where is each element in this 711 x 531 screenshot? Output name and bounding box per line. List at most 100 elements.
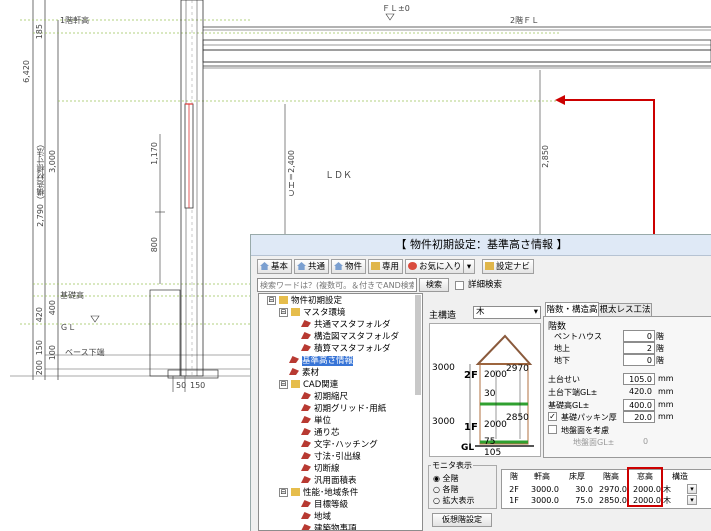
tree-item[interactable]: 汎用面積表 — [301, 475, 357, 487]
ground-checkbox[interactable] — [548, 425, 557, 434]
tab-floors-structure[interactable]: 階数・構造高 — [545, 302, 599, 317]
tree-item[interactable]: 共通マスタフォルダ — [301, 319, 391, 331]
table-cell: 2F — [509, 485, 519, 494]
above-ground-input[interactable]: 2 — [623, 342, 655, 354]
setting-leaf-icon — [301, 416, 311, 423]
tree-item[interactable]: ⊟ 性能･地域条件 — [279, 487, 358, 499]
drawing-label-gl: ＧＬ — [60, 323, 76, 332]
table-cell[interactable]: 2970.0 — [595, 485, 627, 495]
chevron-down-icon: ▾ — [690, 485, 694, 493]
tree-item[interactable]: 積算マスタフォルダ — [301, 343, 391, 355]
table-cell[interactable]: 2850.0 — [595, 496, 627, 506]
dim-800: 800 — [150, 237, 159, 253]
tree-item[interactable]: 構造図マスタフォルダ — [301, 331, 399, 343]
table-header: 階高 — [603, 472, 619, 481]
tree-item[interactable]: 切断線 — [301, 463, 340, 475]
structure-select[interactable]: 木 ▾ — [473, 306, 541, 319]
chevron-down-icon: ▾ — [466, 262, 472, 272]
diagram-2f-label: 2F — [464, 370, 478, 381]
structure-dropdown-1f[interactable]: ▾ — [687, 495, 697, 505]
setting-leaf-icon — [301, 452, 311, 459]
temp-floor-button[interactable]: 仮想階設定 — [432, 513, 492, 527]
sill-height-input[interactable]: 105.0 — [623, 373, 655, 385]
tab-basic[interactable]: 基本 — [257, 259, 293, 274]
tree-item[interactable]: ⊟ マスタ環境 — [279, 307, 346, 319]
diagram-1f-slab: 75 — [484, 437, 496, 447]
detail-search[interactable]: 詳細検索 — [455, 278, 502, 292]
radio-zoom[interactable]: ○ 拡大表示 — [433, 495, 475, 506]
tree-item[interactable]: 単位 — [301, 415, 331, 427]
sill-bottom-value: 420.0 — [629, 387, 652, 396]
detail-search-checkbox[interactable] — [455, 281, 464, 290]
below-ground-input[interactable]: 0 — [623, 354, 655, 366]
tree-item[interactable]: 基準高さ情報 — [289, 355, 354, 367]
table-cell[interactable]: 3000.0 — [525, 496, 559, 506]
ground-gl-label: 地盤面GL± — [573, 438, 615, 447]
tab-favorites[interactable]: お気に入り — [405, 259, 466, 274]
diagram-2f-floor-height: 2970 — [506, 364, 529, 374]
tab-common[interactable]: 共通 — [294, 259, 330, 274]
table-cell[interactable]: 75.0 — [561, 496, 593, 506]
tab-property[interactable]: 物件 — [331, 259, 367, 274]
tree-item[interactable]: 通り芯 — [301, 427, 340, 439]
house-icon — [260, 262, 269, 270]
drawing-label-base: 基礎高 — [60, 291, 84, 300]
tree-scrollbar[interactable] — [415, 295, 421, 395]
search-button[interactable]: 検索 — [419, 278, 449, 292]
penthouse-input[interactable]: 0 — [623, 330, 655, 342]
tree-expander-icon[interactable]: ⊟ — [279, 308, 288, 317]
table-cell[interactable]: 木 — [663, 496, 675, 506]
tree-item[interactable]: 初期グリッド･用紙 — [301, 403, 386, 415]
tree-expander-icon[interactable]: ⊟ — [279, 380, 288, 389]
radio-unchecked-icon: ○ — [433, 496, 440, 505]
settings-navi-button[interactable]: 設定ナビ — [482, 259, 535, 274]
tree-item[interactable]: 目標等級 — [301, 499, 348, 511]
setting-leaf-icon — [301, 392, 311, 399]
tree-item[interactable]: ⊟ CAD関連 — [279, 379, 338, 391]
sill-bottom-unit: mm — [658, 387, 674, 396]
tree-item[interactable]: ⊟ 物件初期設定 — [267, 295, 342, 307]
tab-joistless[interactable]: 根太レス工法 — [598, 303, 652, 317]
favorites-dropdown[interactable]: ▾ — [463, 259, 475, 274]
tree-item[interactable]: 文字･ハッチング — [301, 439, 378, 451]
table-cell[interactable]: 30.0 — [561, 485, 593, 495]
tree-item-label: 積算マスタフォルダ — [314, 344, 391, 354]
tree-item[interactable]: 初期縮尺 — [301, 391, 348, 403]
tree-item-label: 初期グリッド･用紙 — [314, 404, 387, 414]
setting-leaf-icon — [301, 320, 311, 327]
folder-icon — [291, 308, 300, 316]
table-header: 軒高 — [534, 472, 550, 481]
setting-leaf-icon — [301, 332, 311, 339]
tree-item[interactable]: 素材 — [289, 367, 319, 379]
base-gl-input[interactable]: 400.0 — [623, 399, 655, 411]
table-cell[interactable]: 木 — [663, 485, 675, 495]
tree-expander-icon[interactable]: ⊟ — [267, 296, 276, 305]
radio-checked-icon: ◉ — [433, 474, 440, 483]
diagram-gl-label: GL — [461, 443, 475, 453]
table-header: 構造 — [672, 472, 688, 481]
setting-leaf-icon — [301, 404, 311, 411]
tree-item[interactable]: 寸法･引出線 — [301, 451, 361, 463]
search-input[interactable] — [257, 278, 417, 292]
settings-tree[interactable]: ⊟ 物件初期設定 ⊟ マスタ環境 共通マスタフォルダ 構造図マスタフォルダ 積算マスタフォル… — [258, 293, 423, 531]
diagram-window-1f: 2000 — [484, 420, 507, 430]
tree-item[interactable]: 地域 — [301, 511, 331, 523]
packing-checkbox[interactable]: ✓ — [548, 412, 557, 421]
structure-dropdown-2f[interactable]: ▾ — [687, 484, 697, 494]
sill-height-label: 土台せい — [548, 375, 580, 384]
packing-input[interactable]: 20.0 — [623, 411, 655, 423]
tree-item-label: 地域 — [314, 512, 332, 522]
tree-item-label: 共通マスタフォルダ — [314, 320, 391, 330]
packing-unit: mm — [658, 412, 674, 421]
diagram-window-2f: 2000 — [484, 370, 507, 380]
tree-item-label: 切断線 — [314, 464, 340, 474]
tree-expander-icon[interactable]: ⊟ — [279, 488, 288, 497]
table-cell[interactable]: 3000.0 — [525, 485, 559, 495]
setting-leaf-icon — [301, 344, 311, 351]
tab-dedicated[interactable]: 専用 — [368, 259, 404, 274]
drawing-label-base-bottom: ベース下端 — [65, 348, 105, 357]
dim-6420: 6,420 — [22, 60, 31, 83]
radio-unchecked-icon: ○ — [433, 485, 440, 494]
radio-all[interactable]: ◉ 全階 — [433, 473, 459, 484]
radio-each[interactable]: ○ 各階 — [433, 484, 459, 495]
